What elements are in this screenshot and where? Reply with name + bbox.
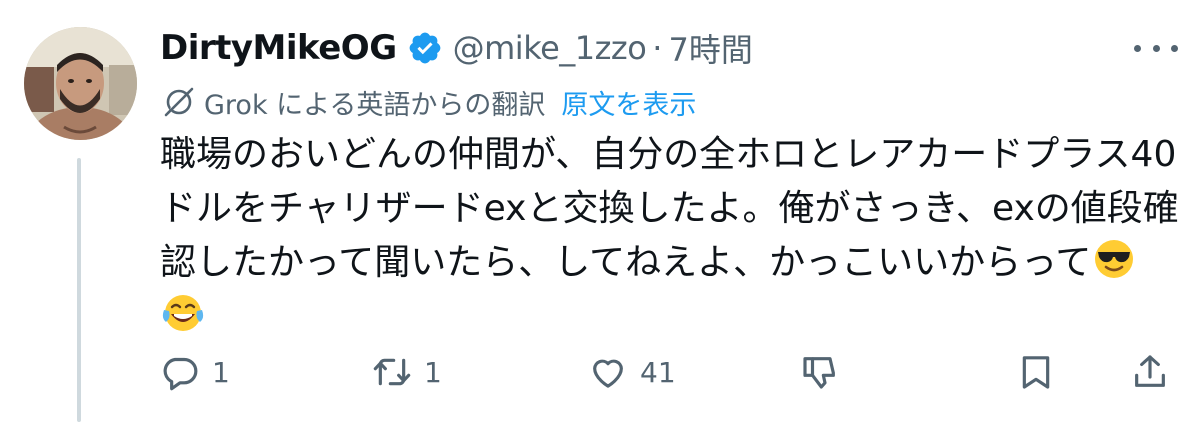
face-with-tears-of-joy-icon — [162, 295, 204, 331]
like-count: 41 — [640, 355, 676, 389]
heart-icon — [593, 359, 623, 388]
share-icon — [1135, 355, 1165, 387]
retweet-count: 1 — [424, 355, 442, 389]
more-dot-icon — [1171, 44, 1178, 52]
share-button[interactable] — [1130, 344, 1170, 400]
bookmark-icon — [1022, 356, 1050, 389]
reply-count: 1 — [212, 355, 230, 389]
tweet-text-line: ドルをチャリザードexと交換したよ。俺がさっき、exの値段確 — [160, 188, 1179, 229]
smiling-face-with-sunglasses-icon — [1095, 240, 1134, 278]
thumbs-down-icon — [803, 357, 835, 389]
tweet-header: DirtyMikeOG @mike_1zzo · 7時間 — [160, 22, 753, 74]
more-dot-icon — [1134, 44, 1141, 52]
grok-icon — [164, 87, 194, 117]
bookmark-button[interactable] — [1016, 344, 1056, 400]
translation-row: Grok による英語からの翻訳 原文を表示 — [162, 80, 696, 124]
dislike-button[interactable] — [800, 344, 840, 400]
reply-button[interactable]: 1 — [160, 344, 230, 400]
verified-badge-icon[interactable] — [407, 30, 443, 66]
tweet-text-line-with-emoji: 認したかって聞いたら、してねえよ、かっこいいからって — [160, 236, 1170, 290]
tweet-text-line: 認したかって聞いたら、してねえよ、かっこいいからって — [160, 242, 1092, 283]
tweet-emoji-line — [160, 290, 1170, 344]
thread-line — [77, 158, 81, 422]
more-options-button[interactable] — [1134, 36, 1178, 60]
retweet-button[interactable]: 1 — [372, 344, 442, 400]
translation-label: Grok による英語からの翻訳 — [204, 89, 546, 121]
retweet-icon — [373, 358, 411, 386]
timestamp[interactable]: 7時間 — [668, 25, 752, 71]
reply-icon — [163, 357, 198, 391]
tweet-card[interactable]: DirtyMikeOG @mike_1zzo · 7時間 Grok による英語か… — [0, 0, 1200, 422]
avatar[interactable] — [24, 27, 137, 140]
action-bar: 1 1 41 — [160, 344, 1172, 400]
show-original-link[interactable]: 原文を表示 — [561, 83, 696, 122]
separator-dot: · — [652, 29, 663, 67]
user-handle[interactable]: @mike_1zzo — [453, 29, 647, 67]
like-button[interactable]: 41 — [588, 344, 676, 400]
tweet-text: 職場のおいどんの仲間が、自分の全ホロとレアカードプラス40 ドルをチャリザードe… — [160, 128, 1179, 344]
more-dot-icon — [1152, 44, 1160, 52]
display-name[interactable]: DirtyMikeOG — [160, 28, 397, 68]
tweet-text-line: 職場のおいどんの仲間が、自分の全ホロとレアカードプラス40 — [160, 134, 1177, 175]
